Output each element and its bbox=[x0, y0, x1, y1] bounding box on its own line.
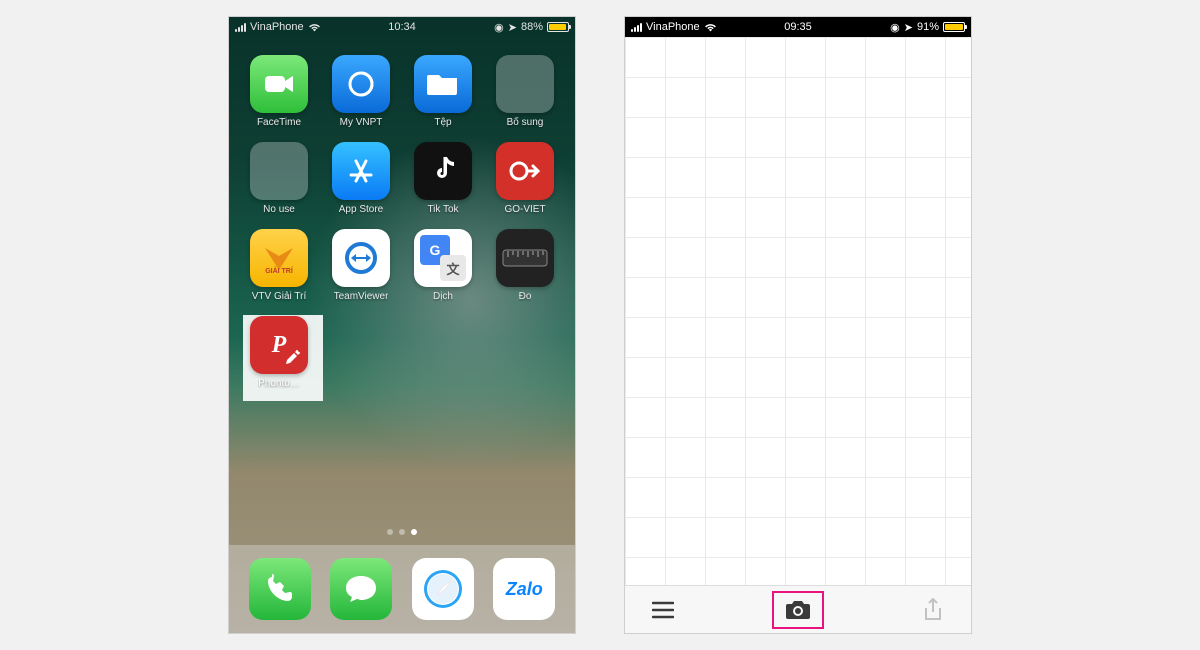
app-label: GO-VIET bbox=[504, 204, 545, 215]
app-teamviewer[interactable]: TeamViewer bbox=[325, 229, 397, 302]
ruler-icon bbox=[502, 249, 548, 267]
safari-icon bbox=[421, 567, 465, 611]
wifi-icon bbox=[704, 22, 717, 32]
dock-messages[interactable] bbox=[330, 558, 392, 620]
folder-no-use[interactable]: No use bbox=[243, 142, 315, 215]
vnpt-icon bbox=[346, 69, 376, 99]
vtv-icon: GIẢI TRÍ bbox=[261, 240, 297, 276]
battery-icon bbox=[943, 22, 965, 32]
app-goviet[interactable]: GO-VIET bbox=[489, 142, 561, 215]
app-phonto[interactable]: P Phonto… bbox=[243, 316, 315, 389]
app-label: Phonto… bbox=[258, 378, 300, 389]
signal-icon bbox=[235, 22, 246, 32]
battery-pct: 91% bbox=[917, 21, 939, 33]
wifi-icon bbox=[308, 22, 321, 32]
battery-icon bbox=[547, 22, 569, 32]
app-label: Tik Tok bbox=[427, 204, 458, 215]
page-indicator bbox=[229, 529, 575, 535]
app-label: Bổ sung bbox=[507, 117, 544, 128]
app-label: Dịch bbox=[433, 291, 453, 302]
share-button[interactable] bbox=[913, 590, 953, 630]
clock: 09:35 bbox=[784, 21, 812, 33]
folder-icon bbox=[427, 71, 459, 97]
carrier-label: VinaPhone bbox=[646, 21, 700, 33]
app-facetime[interactable]: FaceTime bbox=[243, 55, 315, 128]
location-icon: ➤ bbox=[508, 21, 517, 34]
status-bar: VinaPhone 09:35 ◉ ➤ 91% bbox=[625, 17, 971, 37]
dock-phone[interactable] bbox=[249, 558, 311, 620]
app-do[interactable]: Đo bbox=[489, 229, 561, 302]
do-not-disturb-icon: ◉ bbox=[890, 21, 900, 34]
app-label: Tệp bbox=[434, 117, 451, 128]
message-icon bbox=[344, 574, 378, 604]
do-not-disturb-icon: ◉ bbox=[494, 21, 504, 34]
app-appstore[interactable]: App Store bbox=[325, 142, 397, 215]
camera-button-highlight bbox=[772, 591, 824, 629]
carrier-label: VinaPhone bbox=[250, 21, 304, 33]
dock-zalo[interactable]: Zalo bbox=[493, 558, 555, 620]
svg-text:GIẢI TRÍ: GIẢI TRÍ bbox=[265, 266, 294, 275]
folder-icon bbox=[496, 55, 554, 113]
app-grid: FaceTime My VNPT Tệp Bổ sung No use bbox=[229, 45, 575, 389]
share-icon bbox=[923, 598, 943, 622]
app-dich[interactable]: G 文 Dịch bbox=[407, 229, 479, 302]
app-label: Đo bbox=[519, 291, 532, 302]
folder-bo-sung[interactable]: Bổ sung bbox=[489, 55, 561, 128]
appstore-icon bbox=[346, 156, 376, 186]
goviet-icon bbox=[509, 159, 541, 183]
app-label: No use bbox=[263, 204, 295, 215]
tiktok-icon bbox=[430, 157, 456, 185]
battery-pct: 88% bbox=[521, 21, 543, 33]
clock: 10:34 bbox=[388, 21, 416, 33]
bottom-toolbar bbox=[625, 585, 971, 633]
app-label: TeamViewer bbox=[334, 291, 389, 302]
dock-safari[interactable] bbox=[412, 558, 474, 620]
app-label: VTV Giải Trí bbox=[252, 291, 306, 302]
teamviewer-icon bbox=[343, 240, 379, 276]
app-tiktok[interactable]: Tik Tok bbox=[407, 142, 479, 215]
editor-canvas[interactable] bbox=[625, 37, 971, 585]
phone-home-screen: VinaPhone 10:34 ◉ ➤ 88% FaceTime My VNPT… bbox=[228, 16, 576, 634]
camera-icon bbox=[785, 600, 811, 620]
app-label: My VNPT bbox=[340, 117, 383, 128]
camera-icon bbox=[265, 74, 293, 94]
app-label: App Store bbox=[339, 204, 383, 215]
folder-icon bbox=[250, 142, 308, 200]
phone-phonto-editor: VinaPhone 09:35 ◉ ➤ 91% bbox=[624, 16, 972, 634]
location-icon: ➤ bbox=[904, 21, 913, 34]
app-vtv[interactable]: GIẢI TRÍ VTV Giải Trí bbox=[243, 229, 315, 302]
signal-icon bbox=[631, 22, 642, 32]
app-label: FaceTime bbox=[257, 117, 301, 128]
status-bar: VinaPhone 10:34 ◉ ➤ 88% bbox=[229, 17, 575, 37]
phonto-icon: P bbox=[250, 316, 308, 374]
camera-button[interactable] bbox=[778, 590, 818, 630]
phone-icon bbox=[265, 574, 295, 604]
app-my-vnpt[interactable]: My VNPT bbox=[325, 55, 397, 128]
app-files[interactable]: Tệp bbox=[407, 55, 479, 128]
dock: Zalo bbox=[229, 545, 575, 633]
menu-button[interactable] bbox=[643, 590, 683, 630]
zalo-label: Zalo bbox=[506, 579, 543, 600]
menu-icon bbox=[652, 601, 674, 619]
